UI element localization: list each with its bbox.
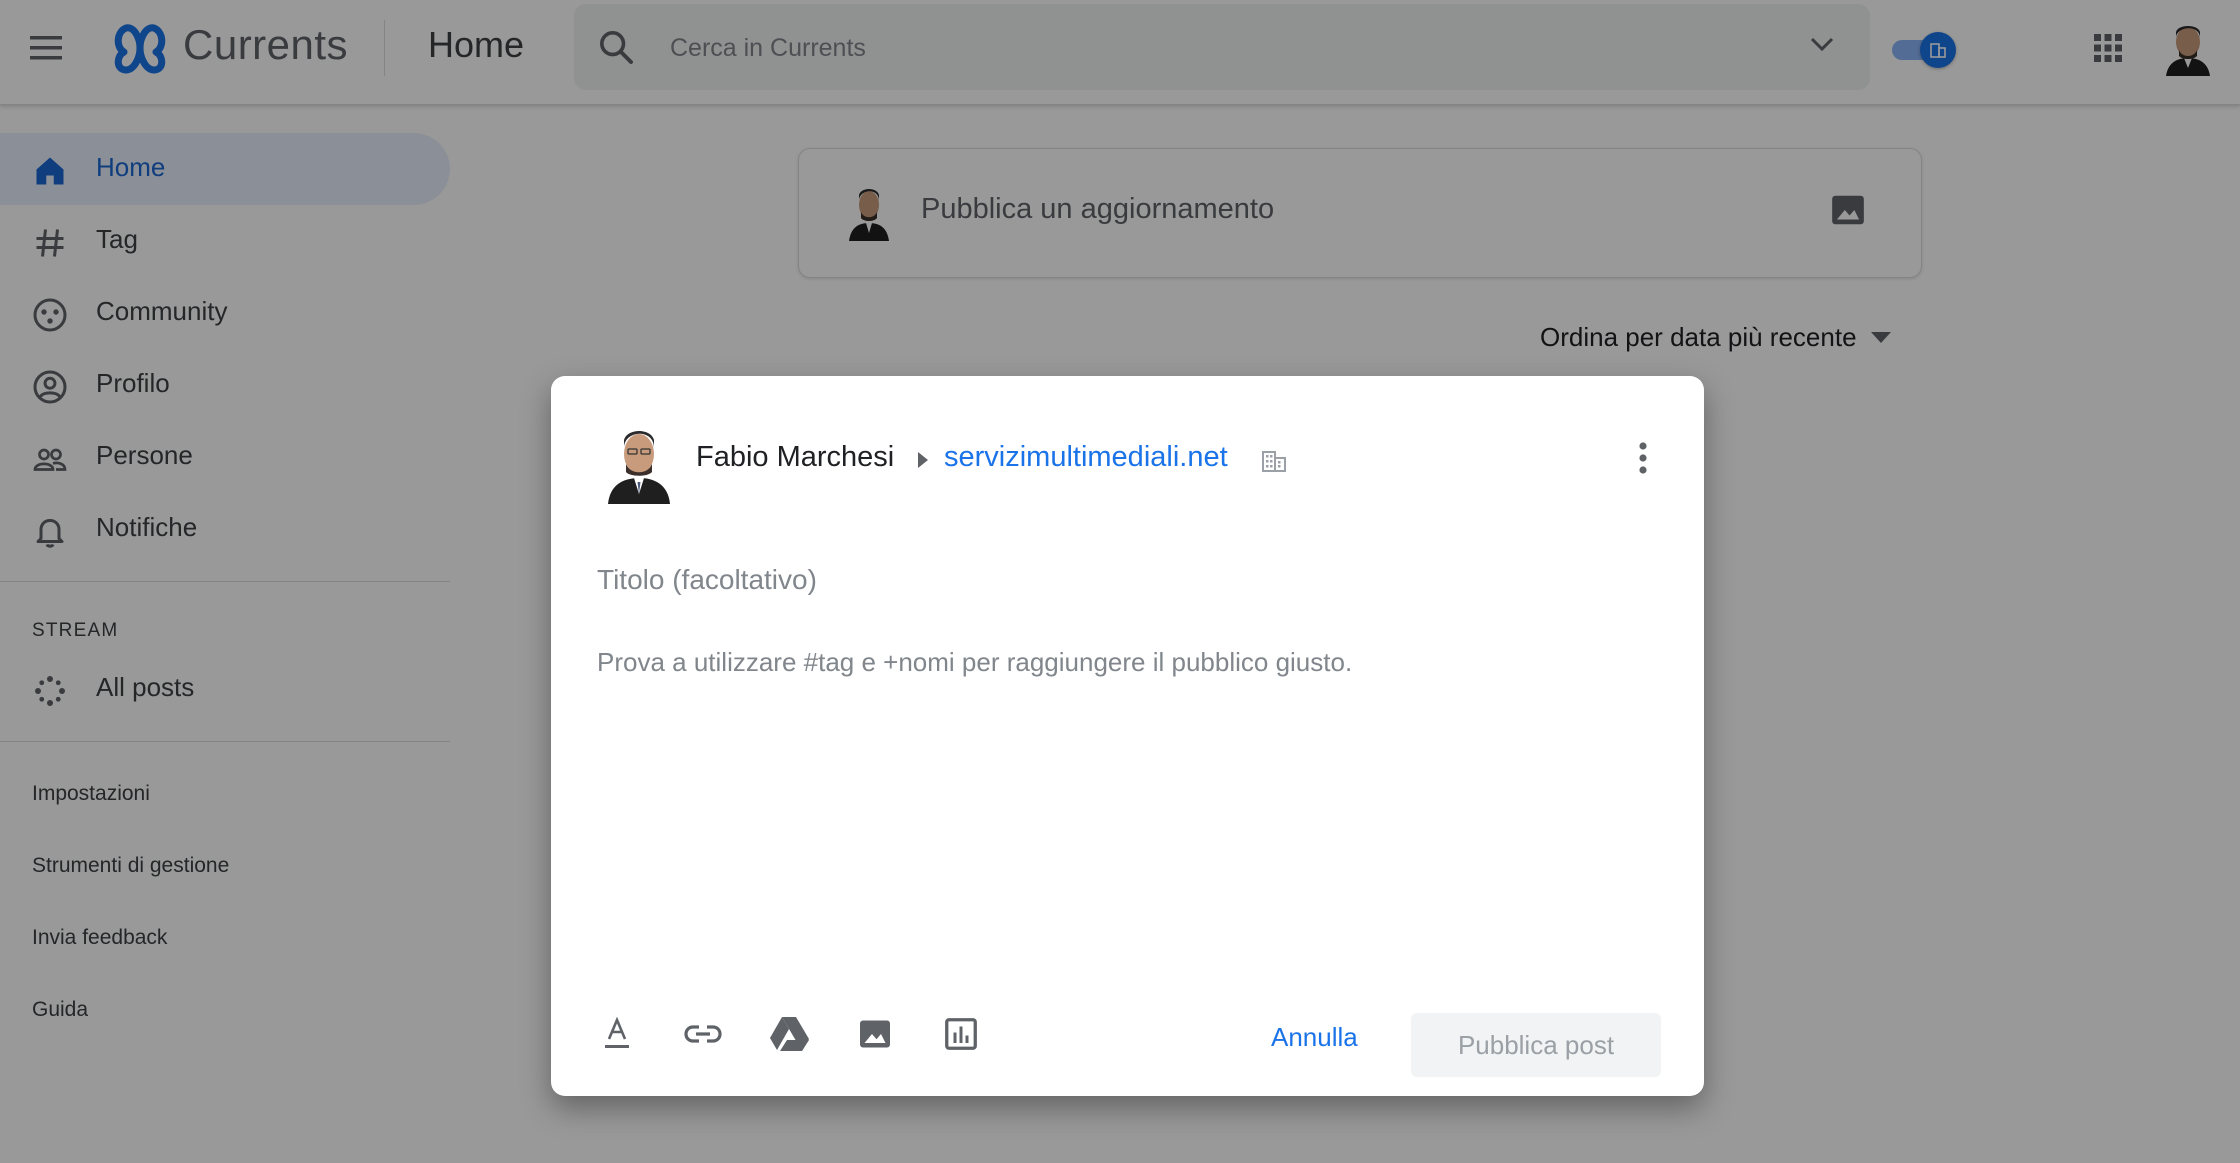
image-icon <box>860 1020 890 1048</box>
domain-building-icon <box>1262 451 1286 472</box>
post-body-textarea[interactable] <box>595 642 1659 986</box>
add-link-button[interactable] <box>675 1006 731 1062</box>
cancel-button[interactable]: Annulla <box>1251 1012 1378 1062</box>
audience-domain-link[interactable]: servizimultimediali.net <box>944 441 1228 474</box>
link-icon <box>684 1025 722 1043</box>
text-format-button[interactable] <box>589 1006 645 1062</box>
caret-right-icon <box>918 452 928 468</box>
author-name: Fabio Marchesi <box>696 441 895 473</box>
more-options-button[interactable] <box>1623 438 1663 478</box>
post-title-input[interactable] <box>595 556 1659 604</box>
add-image-button[interactable] <box>847 1006 903 1062</box>
new-post-dialog: Fabio Marchesi servizimultimediali.net T… <box>551 376 1704 1096</box>
add-drive-file-button[interactable] <box>761 1006 817 1062</box>
publish-post-button[interactable]: Pubblica post <box>1411 1013 1661 1077</box>
drive-icon <box>770 1017 809 1051</box>
poll-icon <box>945 1018 977 1050</box>
text-format-icon <box>605 1017 629 1048</box>
add-poll-button[interactable] <box>933 1006 989 1062</box>
author-avatar <box>608 431 670 504</box>
more-vert-icon <box>1639 442 1647 474</box>
